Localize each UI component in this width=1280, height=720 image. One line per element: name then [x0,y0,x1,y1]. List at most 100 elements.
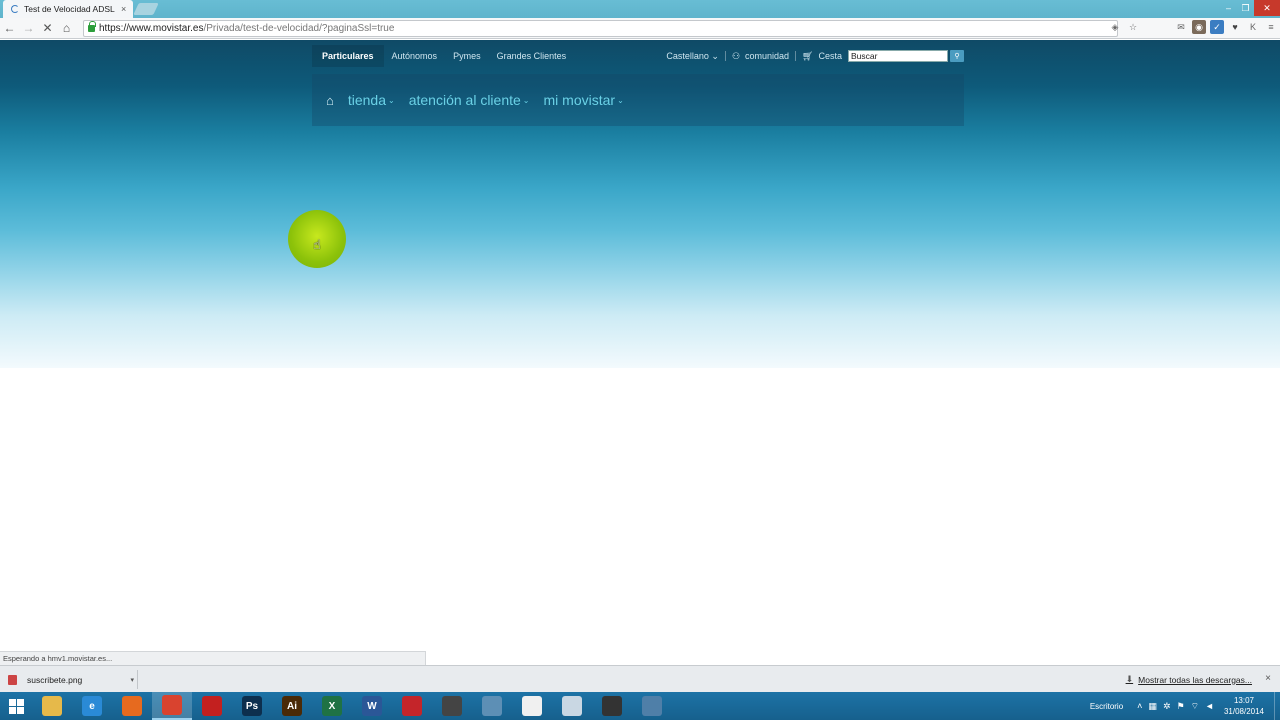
chevron-up-icon[interactable]: ˄ [1137,701,1142,712]
taskbar-app-button[interactable]: Ps [232,692,272,720]
internet-explorer-icon: e [82,696,102,716]
home-icon[interactable]: ⌂ [326,93,334,108]
hand-cursor-icon: ☝ [313,237,321,252]
url-path: /Privada/test-de-velocidad/?paginaSsl=tr… [203,23,395,34]
shield-icon[interactable]: ◈ [1108,20,1122,34]
start-button[interactable] [0,692,32,720]
comunidad-link[interactable]: ⚇ comunidad [726,45,795,67]
nav-pymes[interactable]: Pymes [445,45,489,67]
nav-grandes-clientes[interactable]: Grandes Clientes [489,45,575,67]
acrobat-icon [202,696,222,716]
photoshop-icon: Ps [242,696,262,716]
restore-icon[interactable]: ❐ [1237,0,1254,16]
windows-logo-icon [8,698,24,714]
file-explorer-icon [42,696,62,716]
cart-icon: 🛒︎ [802,50,814,61]
clock-date: 31/08/2014 [1223,707,1264,716]
window-close-icon[interactable]: ✕ [1254,0,1280,16]
home-icon[interactable]: ⌂ [57,19,76,38]
taskbar-app-button[interactable]: W [352,692,392,720]
wifi-tray-icon[interactable]: ⌔ [1191,701,1199,712]
community-icon: ⚇ [731,50,741,61]
browser-toolbar: ← → ✕ ⌂ https://www.movistar.es/Privada/… [0,18,1280,39]
url-host: https://www.movistar.es [99,23,204,34]
back-icon[interactable]: ← [0,19,19,38]
desktop-toolbar-label[interactable]: Escritorio [1090,702,1123,711]
taskbar: e Ps Ai X W Escritorio ˄ ▦ ✲ ⚑ ⌔ ◄ 13:07 31/… [0,692,1280,720]
menu-mi-movistar[interactable]: mi movistar ⌄ [544,92,624,108]
clock[interactable]: 13:07 31/08/2014 [1224,695,1264,717]
browser-tab[interactable]: Test de Velocidad ADSL y × [3,0,133,18]
taskbar-app-button[interactable] [112,692,152,720]
download-icon: ⬇ [1125,674,1134,684]
system-tray: Escritorio ˄ ▦ ✲ ⚑ ⌔ ◄ 13:07 31/08/2014 [1090,692,1280,720]
taskbar-app-button[interactable]: e [72,692,112,720]
clock-time: 13:07 [1233,696,1254,705]
menu-icon[interactable]: ≡ [1264,20,1278,34]
language-selector[interactable]: Castellano ⌄ [660,45,725,67]
cesta-label: Cesta [818,51,842,61]
show-desktop-button[interactable] [1274,692,1280,720]
downloads-bar: suscribete.png ▾ ⬇ Mostrar todas las des… [0,665,1280,692]
taskbar-app-button[interactable] [592,692,632,720]
taskbar-app-button[interactable] [392,692,432,720]
nav-autonomos[interactable]: Autónomos [384,45,446,67]
tab-close-icon[interactable]: × [121,4,126,14]
bookmark-star-icon[interactable]: ☆ [1126,20,1140,34]
chevron-down-icon: ⌄ [388,95,395,105]
chevron-down-icon: ⌄ [711,50,719,61]
search-icon[interactable]: ⚲ [950,50,964,62]
illustrator-icon: Ai [282,696,302,716]
hero-banner: Particulares Autónomos Pymes Grandes Cli… [0,40,1280,368]
network-tray-icon[interactable]: ▦ [1148,701,1157,712]
title-bar: Test de Velocidad ADSL y × – ❐ ✕ [0,0,1280,18]
mail-extension-icon[interactable]: ✉ [1174,20,1188,34]
chevron-down-icon[interactable]: ▾ [130,676,134,684]
loading-spinner-icon [11,5,19,13]
taskbar-app-button[interactable] [32,692,72,720]
taskbar-app-button[interactable]: X [312,692,352,720]
forward-icon[interactable]: → [19,19,38,38]
image-file-icon [8,674,17,685]
volume-icon[interactable]: ◄ [1205,701,1214,712]
blank-document-icon [522,696,542,716]
lock-icon [88,21,96,32]
address-bar[interactable]: https://www.movistar.es/Privada/test-de-… [83,20,1118,37]
nav-particulares[interactable]: Particulares [312,45,384,67]
checkmark-extension-icon[interactable]: ✓ [1210,20,1224,34]
k-extension-icon[interactable]: K [1246,20,1260,34]
language-label: Castellano [666,51,709,61]
pocket-extension-icon[interactable]: ♥ [1228,20,1242,34]
status-bar: Esperando a hmv1.movistar.es... [0,651,426,665]
downloads-close-icon[interactable]: × [1265,673,1271,684]
minimize-icon[interactable]: – [1220,0,1237,16]
search-input[interactable] [848,50,948,62]
settings-tray-icon[interactable]: ✲ [1163,701,1171,712]
taskbar-app-button[interactable] [472,692,512,720]
stop-icon[interactable]: ✕ [38,19,57,38]
taskbar-app-button[interactable] [632,692,672,720]
menu-atencion-label: atención al cliente [408,92,521,108]
taskbar-app-button[interactable]: Ai [272,692,312,720]
inkscape-icon [442,696,462,716]
notepad-icon [562,696,582,716]
menu-tienda-label: tienda [347,92,387,108]
menu-atencion-cliente[interactable]: atención al cliente ⌄ [409,92,530,108]
taskbar-app-button[interactable] [152,692,192,720]
menu-tienda[interactable]: tienda ⌄ [348,92,395,108]
menu-mi-movistar-label: mi movistar [543,92,616,108]
taskbar-app-button[interactable] [192,692,232,720]
flag-tray-icon[interactable]: ⚑ [1176,701,1184,712]
new-tab-button[interactable] [133,3,159,15]
taskbar-app-button[interactable] [552,692,592,720]
show-all-downloads-link[interactable]: ⬇ Mostrar todas las descargas... [1126,674,1252,685]
web-page: Particulares Autónomos Pymes Grandes Cli… [0,40,1280,664]
window-controls: – ❐ ✕ [1220,0,1280,16]
main-navigation: ⌂ tienda ⌄ atención al cliente ⌄ mi movist… [312,74,964,126]
cesta-link[interactable]: 🛒︎ Cesta [796,45,848,67]
camera-extension-icon[interactable]: ◉ [1192,20,1206,34]
taskbar-app-button[interactable] [432,692,472,720]
taskbar-app-button[interactable] [512,692,552,720]
download-file-name: suscribete.png [27,674,83,685]
download-item[interactable]: suscribete.png ▾ [3,670,138,689]
